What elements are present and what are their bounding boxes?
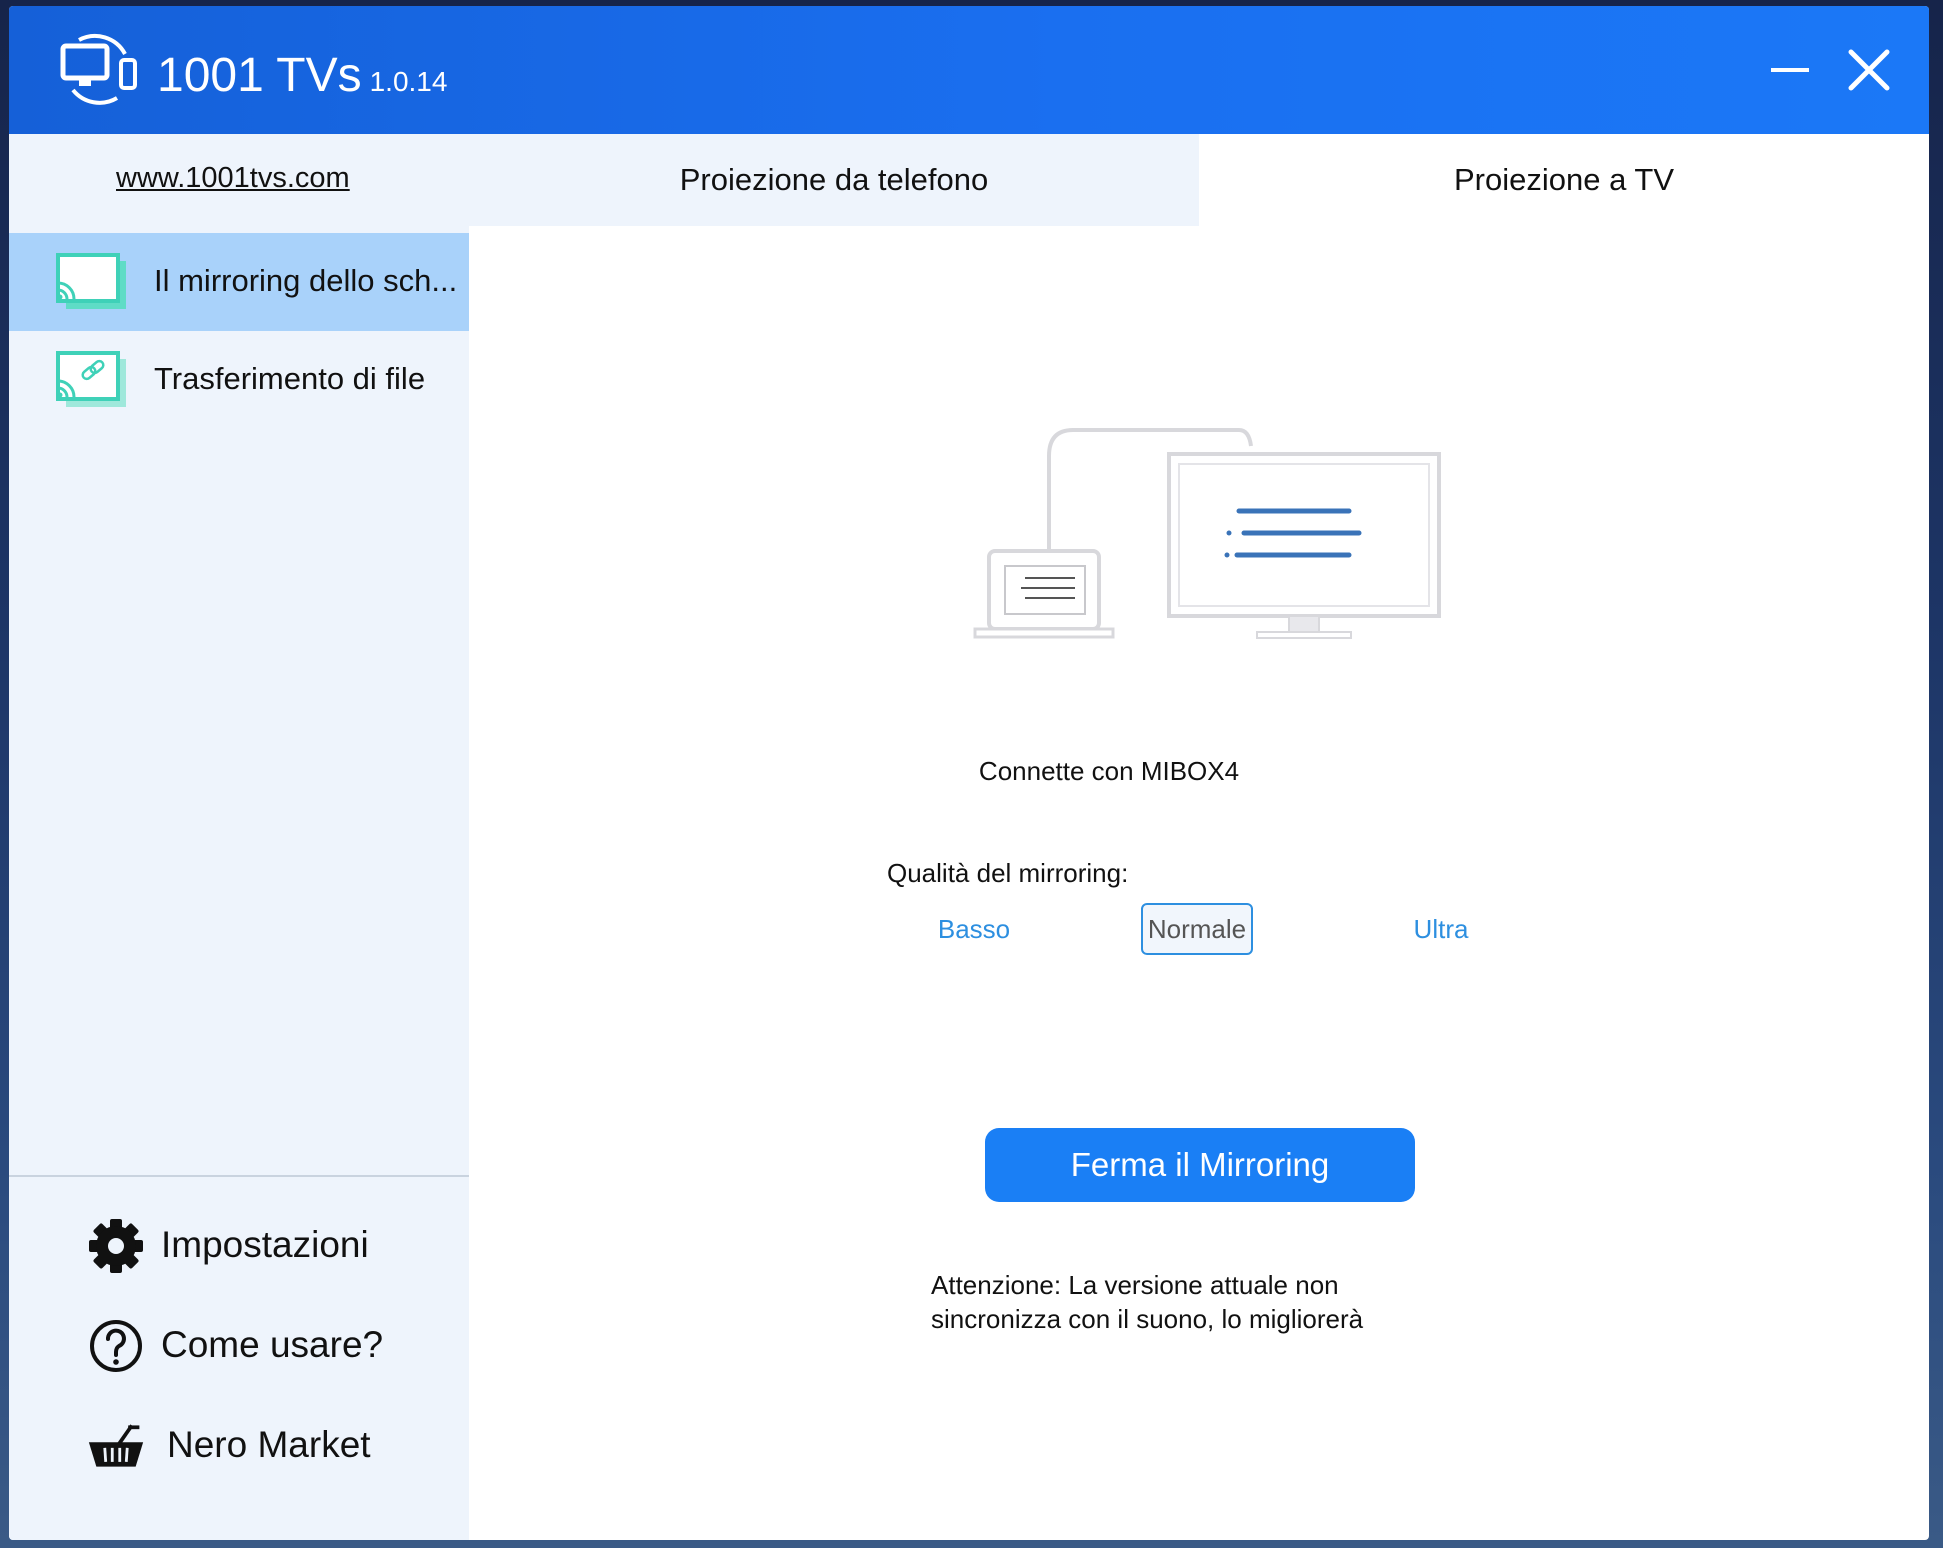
- tab-bar: Proiezione da telefono Proiezione a TV: [469, 134, 1929, 226]
- warning-note: Attenzione: La versione attuale non sinc…: [931, 1268, 1451, 1336]
- sidebar-item-settings[interactable]: Impostazioni: [9, 1210, 469, 1280]
- app-name: 1001 TVs: [157, 49, 362, 102]
- sidebar-item-help[interactable]: Come usare?: [9, 1310, 469, 1380]
- sidebar-item-screen-mirroring[interactable]: Il mirroring dello sch...: [9, 233, 469, 331]
- stop-mirroring-button[interactable]: Ferma il Mirroring: [985, 1128, 1415, 1202]
- screen-mirror-logo-icon: [60, 34, 137, 105]
- sidebar: www.1001tvs.com Il mirroring dello sch..…: [9, 134, 469, 1540]
- connection-status: Connette con MIBOX4: [978, 756, 1240, 786]
- gear-icon: [89, 1219, 143, 1273]
- sidebar-item-label: Trasferimento di file: [154, 361, 426, 396]
- laptop-to-monitor-illustration: [973, 428, 1441, 639]
- sidebar-item-label: Impostazioni: [161, 1224, 369, 1265]
- sidebar-item-label: Il mirroring dello sch...: [154, 263, 458, 298]
- tab-phone-projection[interactable]: Proiezione da telefono: [469, 134, 1199, 226]
- warning-note-line: sincronizza con il suono, lo migliorerà: [931, 1304, 1364, 1334]
- cast-link-icon: [56, 351, 126, 407]
- app-version: 1.0.14: [369, 66, 448, 97]
- title-bar[interactable]: 1001 TVs 1.0.14: [9, 6, 1929, 134]
- app-window: 1001 TVs 1.0.14 www.1001tvs.com Il mirror…: [9, 6, 1929, 1540]
- minimize-icon: [1771, 68, 1809, 72]
- app-title: 1001 TVs 1.0.14: [157, 50, 447, 108]
- website-link[interactable]: www.1001tvs.com: [116, 162, 350, 195]
- basket-icon: [88, 1424, 144, 1467]
- warning-note-line: Attenzione: La versione attuale non: [931, 1270, 1339, 1300]
- sidebar-item-file-transfer[interactable]: Trasferimento di file: [9, 331, 469, 429]
- cast-screen-icon: [56, 253, 126, 309]
- quality-label: Qualità del mirroring:: [887, 858, 1129, 888]
- sidebar-item-nero-market[interactable]: Nero Market: [9, 1410, 469, 1480]
- quality-option-ultra[interactable]: Ultra: [1381, 904, 1501, 954]
- close-icon: [1848, 49, 1890, 91]
- quality-option-normal[interactable]: Normale: [1141, 903, 1253, 955]
- help-icon: [90, 1320, 142, 1372]
- close-button[interactable]: [1839, 40, 1899, 100]
- quality-option-low[interactable]: Basso: [919, 904, 1029, 954]
- sidebar-divider: [9, 1175, 469, 1177]
- minimize-button[interactable]: [1759, 40, 1819, 100]
- sidebar-item-label: Nero Market: [167, 1424, 371, 1465]
- sidebar-item-label: Come usare?: [161, 1324, 384, 1365]
- tab-tv-projection[interactable]: Proiezione a TV: [1199, 134, 1929, 226]
